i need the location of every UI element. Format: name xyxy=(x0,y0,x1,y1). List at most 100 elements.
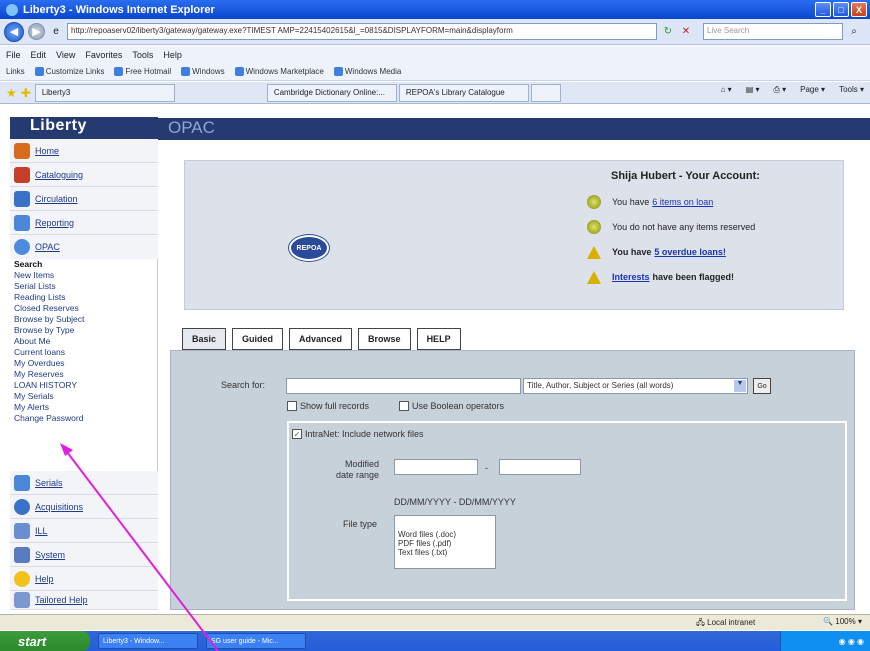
opac-sub-search[interactable]: Search xyxy=(14,259,154,270)
account-loans-line: You have 6 items on loan xyxy=(587,193,716,211)
address-input[interactable]: http://repoaserv02/liberty3/gateway/gate… xyxy=(67,23,657,40)
search-input-field[interactable] xyxy=(286,378,521,394)
opac-sub-serial-lists[interactable]: Serial Lists xyxy=(14,281,154,292)
sidebar-item-opac[interactable]: OPAC xyxy=(10,235,158,259)
forward-button[interactable]: ▶ xyxy=(28,23,45,40)
opac-sub-my-alerts[interactable]: My Alerts xyxy=(14,402,154,413)
tab-cambridge[interactable]: Cambridge Dictionary Online:... xyxy=(266,83,397,102)
file-type-pdf[interactable]: PDF files (.pdf) xyxy=(398,539,492,548)
search-for-label: Search for: xyxy=(221,380,266,390)
sidebar-item-home[interactable]: Home xyxy=(10,139,158,163)
refresh-icon[interactable]: ↻ xyxy=(661,25,675,39)
window-title-bar: Liberty3 - Windows Internet Explorer _ □… xyxy=(0,0,870,19)
opac-sub-closed-reserves[interactable]: Closed Reserves xyxy=(14,303,154,314)
print-icon[interactable]: ⎙ ▾ xyxy=(773,85,786,95)
tabs-bar: ★ ✚ Liberty3 Cambridge Dictionary Online… xyxy=(0,82,870,104)
stop-icon[interactable]: ✕ xyxy=(679,25,693,39)
menu-edit[interactable]: Edit xyxy=(31,50,47,60)
start-button[interactable]: start xyxy=(0,631,90,651)
reporting-icon xyxy=(14,214,30,231)
date-from-input[interactable] xyxy=(394,459,478,475)
acquisitions-icon xyxy=(14,498,30,515)
sidebar-item-reporting[interactable]: Reporting xyxy=(10,211,158,235)
zoom-level[interactable]: 🔍 100% ▾ xyxy=(823,617,862,626)
opac-sub-loan-history[interactable]: LOAN HISTORY xyxy=(14,380,154,391)
interests-link[interactable]: Interests xyxy=(612,272,650,282)
home-icon[interactable]: ⌂ ▾ xyxy=(721,85,732,95)
opac-sub-new-items[interactable]: New Items xyxy=(14,270,154,281)
page-menu[interactable]: Page ▾ xyxy=(800,85,825,95)
opac-sub-my-serials[interactable]: My Serials xyxy=(14,391,154,402)
opac-sub-current-loans[interactable]: Current loans xyxy=(14,347,154,358)
opac-sub-browse-subject[interactable]: Browse by Subject xyxy=(14,314,154,325)
tab-liberty3[interactable]: Liberty3 xyxy=(34,83,175,102)
opac-sub-my-reserves[interactable]: My Reserves xyxy=(14,369,154,380)
link-customize[interactable]: Customize Links xyxy=(34,67,104,77)
overdue-loans-link[interactable]: 5 overdue loans! xyxy=(654,247,726,257)
search-type-select[interactable]: Title, Author, Subject or Series (all wo… xyxy=(523,378,748,394)
favorites-star-icon[interactable]: ★ xyxy=(6,86,17,100)
account-title: Shija Hubert - Your Account: xyxy=(611,170,760,182)
items-on-loan-link[interactable]: 6 items on loan xyxy=(652,197,713,207)
sidebar-item-help[interactable]: Help xyxy=(10,567,158,591)
repoa-logo: REPOA xyxy=(289,235,329,261)
address-toolbar: ◀ ▶ e http://repoaserv02/liberty3/gatewa… xyxy=(0,19,870,45)
system-icon xyxy=(14,546,30,563)
use-boolean-checkbox[interactable]: Use Boolean operators xyxy=(399,401,504,411)
file-type-list[interactable]: Word files (.doc) PDF files (.pdf) Text … xyxy=(394,515,496,569)
sidebar-item-serials[interactable]: Serials xyxy=(10,471,158,495)
show-full-records-checkbox[interactable]: Show full records xyxy=(287,401,369,411)
menu-view[interactable]: View xyxy=(56,50,75,60)
home-icon xyxy=(14,142,30,159)
new-tab-button[interactable] xyxy=(530,83,561,102)
status-dot-icon xyxy=(587,195,601,209)
sidebar-item-acquisitions[interactable]: Acquisitions xyxy=(10,495,158,519)
intranet-checkbox[interactable]: ✓ IntraNet: Include network files xyxy=(292,429,424,439)
link-marketplace[interactable]: Windows Marketplace xyxy=(234,67,324,77)
opac-sub-change-password[interactable]: Change Password xyxy=(14,413,154,424)
task-liberty3[interactable]: Liberty3 - Window... xyxy=(98,633,198,649)
warning-icon xyxy=(587,245,601,259)
go-button[interactable]: Go xyxy=(753,378,771,394)
tab-advanced[interactable]: Advanced xyxy=(289,328,353,350)
search-input[interactable]: Live Search xyxy=(703,23,843,40)
liberty-logo: Liberty xyxy=(10,117,158,139)
menu-file[interactable]: File xyxy=(6,50,21,60)
link-icon xyxy=(333,67,343,77)
link-media[interactable]: Windows Media xyxy=(333,67,401,77)
menu-help[interactable]: Help xyxy=(163,50,182,60)
sidebar-item-ill[interactable]: ILL xyxy=(10,519,158,543)
tab-help[interactable]: HELP xyxy=(416,328,461,350)
tab-guided[interactable]: Guided xyxy=(232,328,284,350)
date-format-hint: DD/MM/YYYY - DD/MM/YYYY xyxy=(394,497,516,507)
opac-sub-menu: Search New Items Serial Lists Reading Li… xyxy=(14,259,154,424)
date-to-input[interactable] xyxy=(499,459,581,475)
tab-repoa-catalogue[interactable]: REPOA's Library Catalogue xyxy=(398,83,529,102)
minimize-button[interactable]: _ xyxy=(815,2,831,17)
opac-sub-browse-type[interactable]: Browse by Type xyxy=(14,325,154,336)
menu-tools[interactable]: Tools xyxy=(132,50,153,60)
back-button[interactable]: ◀ xyxy=(4,21,24,42)
file-type-word[interactable]: Word files (.doc) xyxy=(398,530,492,539)
maximize-button[interactable]: □ xyxy=(833,2,849,17)
help-bulb-icon xyxy=(14,570,30,587)
sidebar-item-circulation[interactable]: Circulation xyxy=(10,187,158,211)
task-user-guide[interactable]: SG user guide - Mic... xyxy=(206,633,306,649)
opac-sub-my-overdues[interactable]: My Overdues xyxy=(14,358,154,369)
link-hotmail[interactable]: Free Hotmail xyxy=(114,67,171,77)
sidebar-item-system[interactable]: System xyxy=(10,543,158,567)
tab-basic[interactable]: Basic xyxy=(182,328,227,350)
close-button[interactable]: X xyxy=(851,2,867,17)
sidebar-item-cataloguing[interactable]: Cataloguing xyxy=(10,163,158,187)
search-icon[interactable]: ⌕ xyxy=(847,25,861,39)
tab-browse[interactable]: Browse xyxy=(358,328,411,350)
feeds-icon[interactable]: ▤ ▾ xyxy=(746,85,760,95)
menu-favorites[interactable]: Favorites xyxy=(85,50,122,60)
add-favorite-icon[interactable]: ✚ xyxy=(21,86,31,100)
opac-sub-reading-lists[interactable]: Reading Lists xyxy=(14,292,154,303)
tools-menu[interactable]: Tools ▾ xyxy=(839,85,864,95)
opac-sub-about-me[interactable]: About Me xyxy=(14,336,154,347)
file-type-txt[interactable]: Text files (.txt) xyxy=(398,548,492,557)
link-windows[interactable]: Windows xyxy=(181,67,225,77)
sidebar-item-tailored-help[interactable]: Tailored Help xyxy=(10,591,158,610)
